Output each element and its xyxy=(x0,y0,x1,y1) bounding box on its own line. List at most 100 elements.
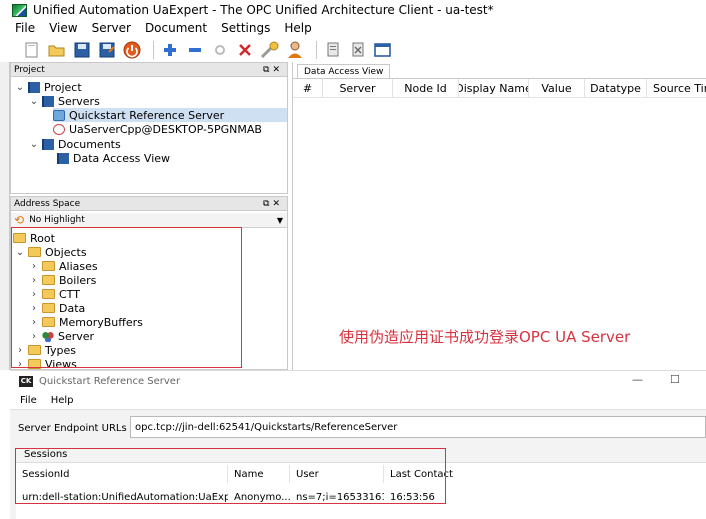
project-pane-header: Project ⧉✕ xyxy=(11,63,287,77)
chevron-right-icon[interactable]: › xyxy=(29,331,39,342)
column-header-datatype[interactable]: Datatype xyxy=(585,79,647,97)
tree-item-views[interactable]: › Views xyxy=(15,357,77,371)
chevron-down-icon[interactable]: ⌄ xyxy=(15,247,25,258)
stop-icon[interactable] xyxy=(122,40,142,60)
quickstart-title-bar: CK Quickstart Reference Server — ☐ xyxy=(10,371,706,391)
tree-item-boilers[interactable]: › Boilers xyxy=(29,273,96,287)
chevron-down-icon[interactable]: ⌄ xyxy=(29,139,39,150)
tree-item-root[interactable]: Root xyxy=(13,231,55,245)
menu-file[interactable]: File xyxy=(15,21,35,35)
tree-item-uaservercpp[interactable]: UaServerCpp@DESKTOP-5PGNMAB xyxy=(53,122,262,136)
column-header-source-time[interactable]: Source Tim xyxy=(647,79,706,97)
chevron-right-icon[interactable]: › xyxy=(29,275,39,286)
tree-item-quickstart-server[interactable]: Quickstart Reference Server xyxy=(53,108,287,122)
tree-item-memorybuffers[interactable]: › MemoryBuffers xyxy=(29,315,143,329)
menu-server[interactable]: Server xyxy=(92,21,131,35)
tree-item-objects[interactable]: ⌄ Objects xyxy=(15,245,87,259)
remove-document-icon[interactable] xyxy=(348,40,368,60)
chevron-right-icon[interactable]: › xyxy=(29,317,39,328)
tree-item-data[interactable]: › Data xyxy=(29,301,85,315)
sessions-table-header: SessionId Name User Last Contact xyxy=(16,465,706,483)
qs-menu-file[interactable]: File xyxy=(20,395,37,406)
column-header-name[interactable]: Name xyxy=(228,465,290,483)
save-icon[interactable] xyxy=(72,40,92,60)
settings-icon[interactable] xyxy=(260,40,280,60)
open-icon[interactable] xyxy=(47,40,67,60)
menu-document[interactable]: Document xyxy=(145,21,207,35)
folder-icon xyxy=(13,233,26,243)
window-icon[interactable] xyxy=(373,40,393,60)
title-bar: Unified Automation UaExpert - The OPC Un… xyxy=(0,0,706,20)
column-header-last-contact[interactable]: Last Contact xyxy=(384,465,480,483)
chevron-right-icon[interactable]: › xyxy=(29,261,39,272)
tree-item-label: Servers xyxy=(58,94,100,108)
folder-icon xyxy=(28,247,41,257)
folder-icon xyxy=(42,289,55,299)
menu-settings[interactable]: Settings xyxy=(221,21,270,35)
tree-item-label: Types xyxy=(45,343,76,357)
dropdown-arrow-icon[interactable]: ▼ xyxy=(277,216,283,225)
highlight-filter-select[interactable]: ⟲ No Highlight ▼ xyxy=(11,213,287,228)
tree-item-ctt[interactable]: › CTT xyxy=(29,287,80,301)
add-document-icon[interactable] xyxy=(323,40,343,60)
connect-icon[interactable] xyxy=(210,40,230,60)
chevron-right-icon[interactable]: › xyxy=(29,303,39,314)
pane-float-close-icons[interactable]: ⧉✕ xyxy=(263,199,283,209)
column-header-value[interactable]: Value xyxy=(529,79,585,97)
left-dock-edge xyxy=(0,62,10,370)
column-header-server[interactable]: Server xyxy=(323,79,393,97)
server-disconnected-icon xyxy=(53,123,65,135)
table-row[interactable]: urn:dell-station:UnifiedAutomation:UaExp… xyxy=(16,488,706,506)
tree-item-data-access-view[interactable]: Data Access View xyxy=(57,151,170,165)
tree-item-label: MemoryBuffers xyxy=(59,315,143,329)
qs-menu-help[interactable]: Help xyxy=(51,395,74,406)
tree-item-label: Quickstart Reference Server xyxy=(69,108,225,122)
column-header-index[interactable]: # xyxy=(293,79,323,97)
tree-item-project[interactable]: ⌄ Project xyxy=(15,80,82,94)
chevron-down-icon[interactable]: ⌄ xyxy=(29,96,39,107)
tree-item-label: Data Access View xyxy=(73,151,171,165)
column-header-node-id[interactable]: Node Id xyxy=(393,79,459,97)
user-icon[interactable] xyxy=(285,40,305,60)
tree-item-servers[interactable]: ⌄ Servers xyxy=(29,94,100,108)
chevron-right-icon[interactable]: › xyxy=(29,289,39,300)
chevron-right-icon[interactable]: › xyxy=(15,359,25,370)
documents-folder-icon xyxy=(42,138,54,150)
minimize-icon[interactable]: — xyxy=(632,373,643,386)
tree-item-label: Documents xyxy=(58,137,121,151)
cell-session-id: urn:dell-station:UnifiedAutomation:UaExp… xyxy=(22,491,228,503)
sync-icon[interactable]: ⟲ xyxy=(14,213,24,227)
toolbar-separator xyxy=(153,40,154,59)
chevron-down-icon[interactable]: ⌄ xyxy=(15,82,25,93)
endpoint-url-field[interactable]: opc.tcp://jin-dell:62541/Quickstarts/Ref… xyxy=(130,416,706,438)
server-object-icon xyxy=(42,330,54,342)
pane-float-close-icons[interactable]: ⧉✕ xyxy=(263,65,283,75)
new-icon[interactable] xyxy=(22,40,42,60)
quickstart-menu-bar: File Help xyxy=(20,395,88,406)
tree-item-server[interactable]: › Server xyxy=(29,329,94,343)
data-access-view: Data Access View # Server Node Id Displa… xyxy=(292,62,706,370)
folder-icon xyxy=(42,303,55,313)
tree-item-label: CTT xyxy=(59,287,80,301)
disconnect-icon[interactable] xyxy=(235,40,255,60)
menu-bar: File View Server Document Settings Help xyxy=(0,20,706,36)
chevron-right-icon[interactable]: › xyxy=(15,345,25,356)
menu-view[interactable]: View xyxy=(49,21,77,35)
tree-item-aliases[interactable]: › Aliases xyxy=(29,259,98,273)
column-header-display-name[interactable]: Display Name xyxy=(459,79,529,97)
endpoint-urls-label: Server Endpoint URLs xyxy=(18,423,127,434)
maximize-icon[interactable]: ☐ xyxy=(670,373,680,386)
menu-help[interactable]: Help xyxy=(284,21,311,35)
remove-server-icon[interactable] xyxy=(185,40,205,60)
tab-data-access-view[interactable]: Data Access View xyxy=(297,64,391,78)
save-as-icon[interactable] xyxy=(97,40,117,60)
highlight-filter-value: No Highlight xyxy=(29,215,85,225)
column-header-session-id[interactable]: SessionId xyxy=(16,465,228,483)
address-space-pane: Address Space ⧉✕ ⟲ No Highlight ▼ Root ⌄… xyxy=(10,196,288,371)
tree-item-types[interactable]: › Types xyxy=(15,343,76,357)
toolbar xyxy=(0,37,706,62)
column-header-user[interactable]: User xyxy=(290,465,384,483)
tree-item-documents[interactable]: ⌄ Documents xyxy=(29,137,121,151)
sessions-table: SessionId Name User Last Contact urn:del… xyxy=(16,462,706,519)
add-server-icon[interactable] xyxy=(160,40,180,60)
